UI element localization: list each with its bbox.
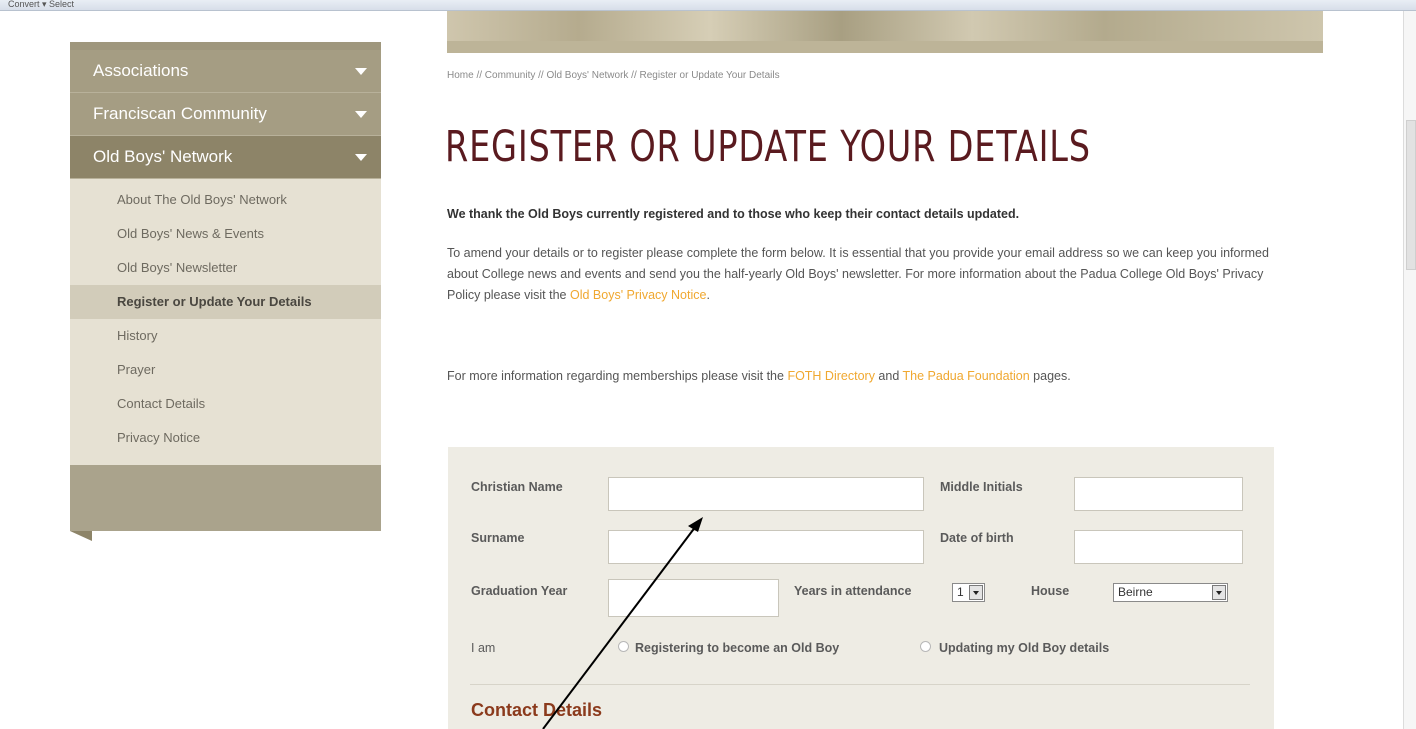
sidebar-section-old-boys-network[interactable]: Old Boys' Network	[70, 136, 381, 179]
page-title: REGISTER OR UPDATE YOUR DETAILS	[445, 122, 1091, 172]
intro-paragraph: To amend your details or to register ple…	[447, 243, 1287, 306]
i-am-label: I am	[471, 641, 496, 655]
membership-paragraph: For more information regarding membershi…	[447, 369, 1071, 383]
chevron-down-icon[interactable]	[1212, 585, 1226, 600]
sidebar-submenu: About The Old Boys' Network Old Boys' Ne…	[70, 179, 381, 465]
privacy-notice-link[interactable]: Old Boys' Privacy Notice	[570, 288, 706, 302]
chevron-down-icon	[355, 68, 367, 75]
header-banner-bar	[447, 41, 1323, 53]
vertical-scrollbar[interactable]	[1403, 11, 1416, 729]
toolbar-text: Convert ▾ Select	[8, 0, 75, 9]
browser-toolbar-strip: Convert ▾ Select	[0, 0, 1416, 11]
foth-directory-link[interactable]: FOTH Directory	[787, 369, 875, 383]
breadcrumb[interactable]: Home // Community // Old Boys' Network /…	[447, 70, 780, 81]
radio-update[interactable]	[920, 641, 931, 652]
radio-register[interactable]	[618, 641, 629, 652]
date-of-birth-input[interactable]	[1074, 530, 1243, 564]
years-in-attendance-select[interactable]: 1	[952, 583, 985, 602]
form-divider	[470, 684, 1250, 685]
sidebar-section-label: Associations	[93, 61, 189, 80]
sidebar-item-newsletter[interactable]: Old Boys' Newsletter	[70, 251, 381, 285]
sidebar-item-about[interactable]: About The Old Boys' Network	[70, 183, 381, 217]
paragraph-text: pages.	[1029, 369, 1071, 383]
house-select[interactable]: Beirne	[1113, 583, 1228, 602]
sidebar-bottom-block	[70, 465, 381, 531]
header-banner-image	[447, 11, 1323, 41]
chevron-down-icon[interactable]	[969, 585, 983, 600]
house-value: Beirne	[1118, 585, 1153, 599]
paragraph-end: .	[706, 288, 710, 302]
padua-foundation-link[interactable]: The Padua Foundation	[903, 369, 1030, 383]
house-label: House	[1031, 584, 1070, 598]
sidebar-item-news-events[interactable]: Old Boys' News & Events	[70, 217, 381, 251]
christian-name-input[interactable]	[608, 477, 924, 511]
sidebar-section-label: Franciscan Community	[93, 104, 267, 123]
middle-initials-label: Middle Initials	[940, 480, 1023, 494]
sidebar-section-label: Old Boys' Network	[93, 147, 233, 166]
paragraph-text: and	[874, 369, 903, 383]
sidebar-item-prayer[interactable]: Prayer	[70, 353, 381, 387]
contact-details-heading: Contact Details	[471, 700, 603, 720]
sidebar-item-contact-details[interactable]: Contact Details	[70, 387, 381, 421]
sidebar-navigation: Associations Franciscan Community Old Bo…	[70, 42, 381, 541]
date-of-birth-label: Date of birth	[940, 531, 1014, 545]
sidebar-section-associations[interactable]: Associations	[70, 50, 381, 93]
paragraph-text: For more information regarding membershi…	[447, 369, 788, 383]
sidebar-item-history[interactable]: History	[70, 319, 381, 353]
scrollbar-thumb[interactable]	[1406, 120, 1416, 270]
christian-name-label: Christian Name	[471, 480, 563, 494]
chevron-down-icon	[355, 154, 367, 161]
years-in-attendance-label: Years in attendance	[794, 584, 912, 598]
middle-initials-input[interactable]	[1074, 477, 1243, 511]
intro-text: We thank the Old Boys currently register…	[447, 207, 1020, 221]
graduation-year-label: Graduation Year	[471, 584, 568, 598]
sidebar-item-privacy-notice[interactable]: Privacy Notice	[70, 421, 381, 455]
graduation-year-input[interactable]	[608, 579, 779, 617]
register-option-label[interactable]: Registering to become an Old Boy	[635, 641, 839, 655]
update-option-label[interactable]: Updating my Old Boy details	[939, 641, 1109, 655]
surname-label: Surname	[471, 531, 525, 545]
surname-input[interactable]	[608, 530, 924, 564]
years-value: 1	[957, 585, 964, 599]
sidebar-item-register-update[interactable]: Register or Update Your Details	[70, 285, 381, 319]
sidebar-section-franciscan-community[interactable]: Franciscan Community	[70, 93, 381, 136]
sidebar-fold-corner	[70, 531, 92, 541]
chevron-down-icon	[355, 111, 367, 118]
sidebar-top-strip	[70, 42, 381, 50]
